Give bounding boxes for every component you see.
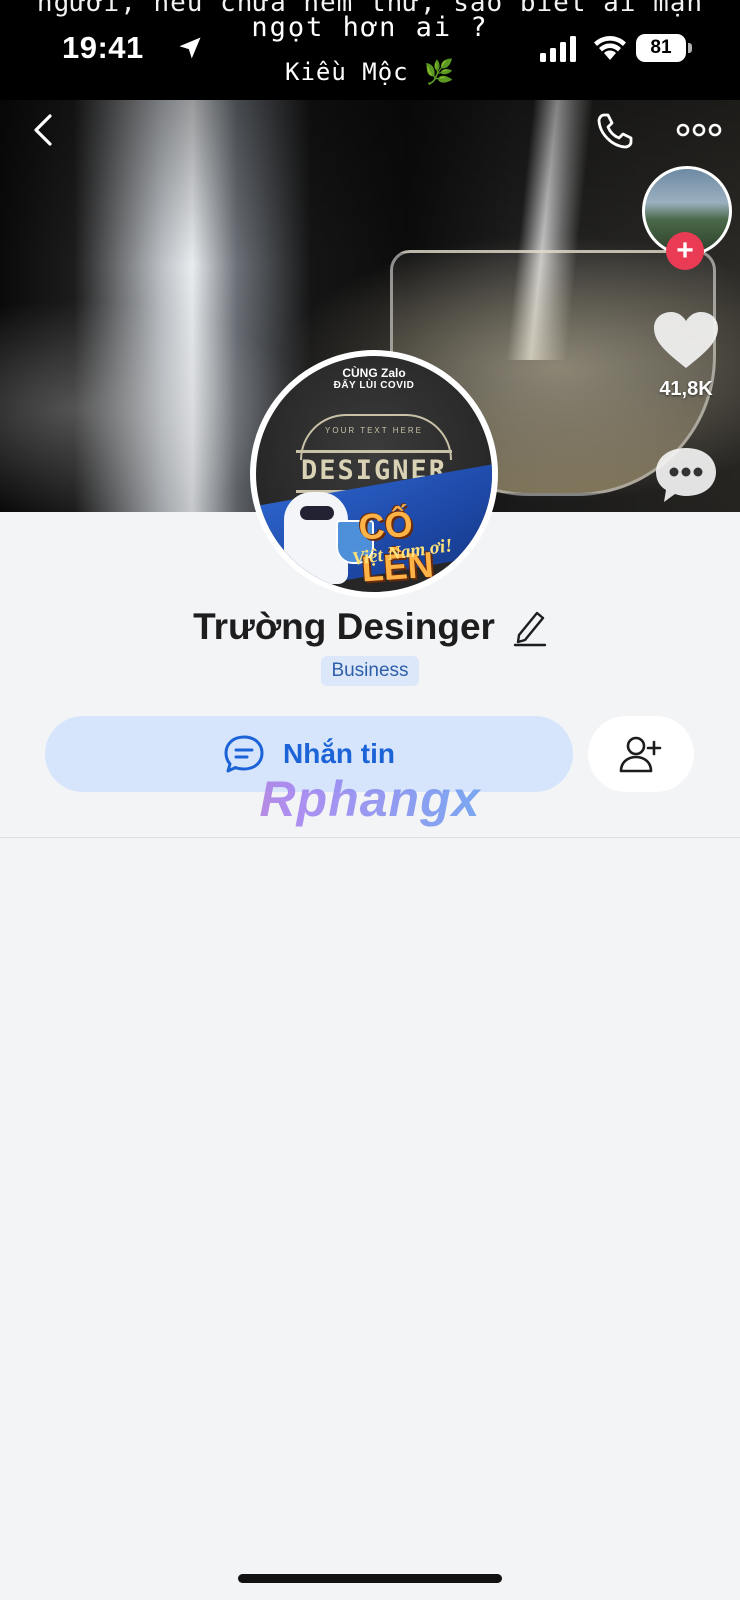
wifi-icon <box>594 36 626 60</box>
profile-name-row: Trường Desinger <box>0 602 740 652</box>
add-friend-icon <box>619 736 662 773</box>
more-options-icon[interactable] <box>676 118 722 142</box>
heart-like-icon[interactable] <box>652 310 720 370</box>
follow-plus-icon[interactable]: + <box>666 232 704 270</box>
edit-pencil-icon[interactable] <box>513 607 547 647</box>
chat-bubble-icon <box>224 735 264 773</box>
avatar-text-your-text: YOUR TEXT HERE <box>325 426 423 435</box>
message-button-label: Nhắn tin <box>283 738 395 769</box>
avatar-text-covid: ĐẨY LÙI COVID <box>333 380 415 391</box>
like-count: 41,8K <box>659 378 713 400</box>
battery-cap <box>688 43 692 53</box>
watermark-text: Rphangx <box>0 770 740 828</box>
business-badge: Business <box>321 656 419 686</box>
avatar-rule-top <box>296 450 452 453</box>
battery-indicator: 81 <box>636 34 686 62</box>
status-time: 19:41 <box>62 30 144 65</box>
avatar-text-zalo: CÙNG Zalo <box>342 366 406 380</box>
home-indicator[interactable] <box>238 1574 502 1583</box>
section-divider <box>0 837 740 838</box>
location-arrow-icon <box>179 37 201 59</box>
cellular-signal-icon <box>540 36 576 62</box>
profile-avatar[interactable]: CÙNG Zalo ĐẨY LÙI COVID YOUR TEXT HERE D… <box>256 356 492 592</box>
phone-call-icon[interactable] <box>594 110 636 152</box>
profile-name: Trường Desinger <box>193 606 495 647</box>
back-chevron-icon[interactable] <box>24 110 64 150</box>
comment-bubble-icon[interactable] <box>652 444 720 506</box>
avatar-arc <box>300 414 452 460</box>
avatar-astronaut-visor <box>300 506 334 520</box>
